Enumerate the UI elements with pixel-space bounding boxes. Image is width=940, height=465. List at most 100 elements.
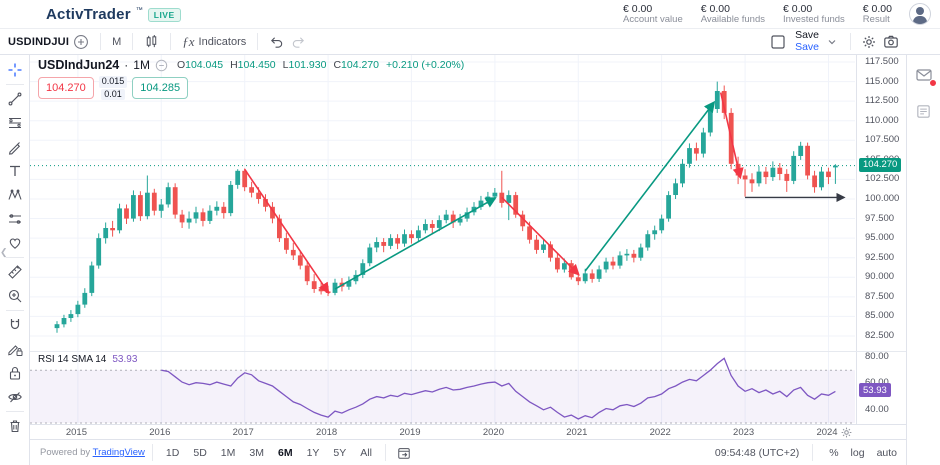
brush-icon (7, 139, 23, 155)
zoom-in-icon (7, 288, 23, 304)
symbol-name[interactable]: USDINDJUI (8, 36, 69, 48)
axis-label: 92.500 (865, 252, 894, 263)
forecast-tool-icon (7, 211, 23, 227)
magnet-icon (7, 317, 23, 333)
minus-circle-icon[interactable] (155, 59, 168, 72)
screenshot-button[interactable] (880, 31, 902, 53)
log-scale-button[interactable]: log (848, 447, 868, 459)
year-label: 2018 (316, 427, 337, 438)
tool-drawing-mode[interactable] (1, 337, 29, 361)
rsi-legend-value: 53.93 (112, 354, 137, 365)
settings-button[interactable] (858, 31, 880, 53)
legend-row: USDIndJun24 · 1M O104.045 H104.450 L101.… (38, 58, 464, 72)
timeframe-5y[interactable]: 5Y (327, 445, 352, 461)
auto-scale-button[interactable]: auto (874, 447, 900, 459)
avatar[interactable] (909, 3, 931, 25)
year-label: 2024 (816, 427, 837, 438)
indicators-icon: ƒx (182, 34, 194, 50)
xabcd-pattern-icon (7, 187, 23, 203)
year-label: 2016 (149, 427, 170, 438)
timeframe-button[interactable]: M (108, 36, 125, 48)
pane-divider[interactable] (30, 351, 906, 352)
activtrader-app: ActivTrader ™ LIVE € 0.00Account value€ … (0, 0, 940, 465)
axis-label: 82.500 (865, 330, 894, 341)
news-icon (915, 103, 932, 120)
buy-button[interactable]: 104.285 (132, 77, 188, 99)
toolbar-right: Save Save (767, 30, 902, 52)
save-menu[interactable]: Save Save (795, 30, 819, 52)
rsi-chart-canvas[interactable] (30, 352, 855, 424)
divider (6, 257, 24, 258)
axis-label: 107.500 (865, 134, 899, 145)
metric-label: Result (863, 15, 892, 26)
axis-label: 97.500 (865, 213, 894, 224)
clock[interactable]: 09:54:48 (UTC+2) (715, 447, 799, 459)
tool-lock-all[interactable] (1, 361, 29, 385)
tool-measure[interactable] (1, 260, 29, 284)
rsi-legend: RSI 14 SMA 14 53.93 (38, 354, 137, 365)
tool-brush[interactable] (1, 135, 29, 159)
tool-crosshair[interactable] (1, 58, 29, 82)
save-link[interactable]: Save (795, 42, 819, 53)
tool-forecast[interactable] (1, 207, 29, 231)
notification-badge (929, 79, 937, 87)
go-to-date-button[interactable] (393, 442, 415, 464)
axis-label: 87.500 (865, 291, 894, 302)
indicators-label: Indicators (199, 36, 247, 48)
divider (152, 444, 153, 461)
timeframe-1d[interactable]: 1D (160, 445, 185, 461)
trend-line-icon (7, 91, 23, 107)
tool-trend-line[interactable] (1, 87, 29, 111)
timeframe-6m[interactable]: 6M (272, 445, 299, 461)
brand-trademark: ™ (136, 7, 143, 14)
timeframe-5d[interactable]: 5D (187, 445, 212, 461)
news-button[interactable] (914, 101, 934, 121)
chevron-left-icon[interactable]: ❮ (0, 247, 8, 258)
layout-button[interactable] (767, 31, 789, 53)
tool-fib-retracement[interactable] (1, 111, 29, 135)
metric-label: Account value (623, 15, 683, 26)
year-label: 2020 (483, 427, 504, 438)
indicators-button[interactable]: ƒx Indicators (178, 34, 250, 50)
metric-value: € 0.00 (863, 3, 892, 15)
go-to-date-icon (397, 446, 411, 460)
undo-button[interactable] (265, 31, 287, 53)
low-value: 101.930 (288, 59, 326, 71)
favorites-heart-icon (7, 235, 23, 251)
tool-zoom-in[interactable] (1, 284, 29, 308)
price-axis[interactable]: 117.500115.000112.500110.000107.500105.0… (856, 55, 906, 424)
add-symbol-button[interactable] (69, 34, 93, 50)
timeframe-1y[interactable]: 1Y (301, 445, 326, 461)
divider (170, 33, 171, 50)
rsi-legend-text[interactable]: RSI 14 SMA 14 (38, 354, 106, 365)
chart-style-button[interactable] (140, 34, 163, 49)
timeframe-3m[interactable]: 3M (243, 445, 270, 461)
legend-symbol[interactable]: USDIndJun24 (38, 58, 119, 72)
tool-remove-drawings[interactable] (1, 414, 29, 438)
timeframe-1m[interactable]: 1M (215, 445, 242, 461)
hide-drawings-icon (7, 389, 23, 405)
tool-hide-drawings[interactable] (1, 385, 29, 409)
redo-button[interactable] (287, 31, 309, 53)
bottom-bar-right: 09:54:48 (UTC+2) % log auto (715, 444, 900, 461)
divider (100, 33, 101, 50)
notifications-button[interactable] (914, 65, 934, 85)
undo-icon (269, 34, 284, 49)
timeframe-all[interactable]: All (354, 445, 378, 461)
tool-magnet[interactable] (1, 313, 29, 337)
divider (132, 33, 133, 50)
save-label[interactable]: Save (795, 30, 819, 41)
time-axis[interactable]: 2015201620172018201920202021202220232024 (30, 424, 906, 439)
powered-by: Powered by TradingView (40, 447, 145, 458)
save-dropdown[interactable] (821, 31, 843, 53)
draw-lock-icon (7, 341, 23, 357)
sell-button[interactable]: 104.270 (38, 77, 94, 99)
legend-interval[interactable]: 1M (133, 58, 150, 72)
candlestick-style-icon (144, 34, 159, 49)
tradingview-link[interactable]: TradingView (93, 447, 145, 458)
account-metric: € 0.00Result (863, 3, 892, 26)
tool-text[interactable] (1, 159, 29, 183)
legend-separator: · (124, 58, 128, 72)
tool-xabcd-pattern[interactable] (1, 183, 29, 207)
percent-scale-button[interactable]: % (826, 447, 841, 459)
